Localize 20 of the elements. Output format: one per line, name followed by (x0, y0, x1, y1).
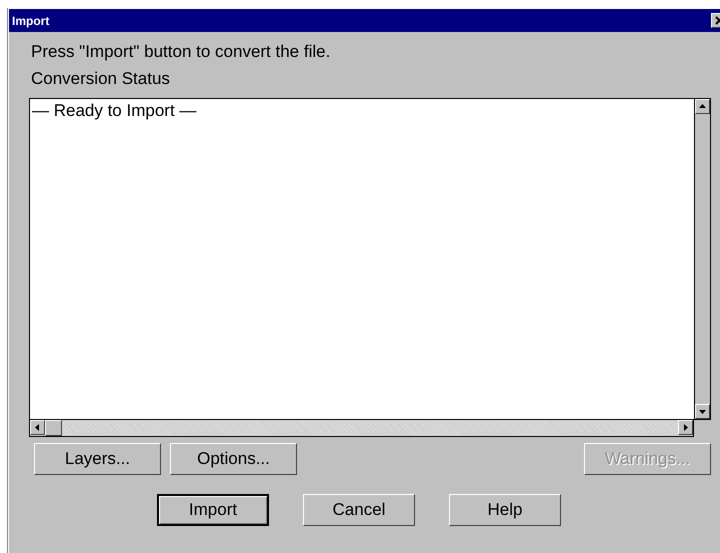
dialog-button[interactable]: Help (449, 494, 561, 526)
horizontal-scrollbar[interactable] (29, 420, 694, 437)
instruction-text: Press "Import" button to convert the file. (30, 41, 332, 63)
scroll-down-button[interactable] (695, 404, 710, 419)
window-title: Import (12, 14, 50, 28)
scroll-thumb[interactable] (45, 420, 62, 436)
scroll-right-button[interactable] (678, 420, 693, 435)
up-arrow-icon (699, 103, 706, 110)
status-line: — Ready to Import — (32, 101, 198, 121)
scroll-left-button[interactable] (30, 420, 45, 435)
dialog-button[interactable]: Options... (170, 443, 297, 475)
left-arrow-icon (34, 424, 41, 431)
vertical-scrollbar[interactable] (694, 98, 711, 420)
status-label: Conversion Status (30, 68, 171, 90)
down-arrow-icon (699, 408, 706, 415)
dialog-button[interactable]: Layers... (34, 443, 161, 475)
dialog-button[interactable]: Import (157, 494, 269, 526)
right-arrow-icon (682, 424, 689, 431)
scroll-up-button[interactable] (695, 99, 710, 114)
dialog-button[interactable]: Cancel (303, 494, 415, 526)
